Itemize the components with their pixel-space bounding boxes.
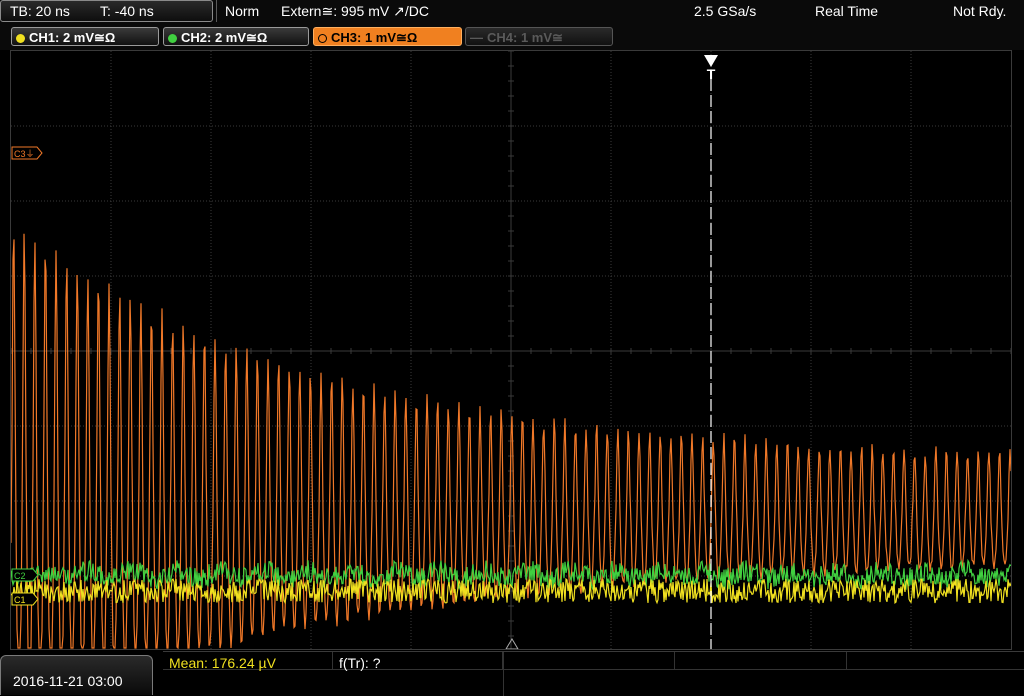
measurement-empty-cell[interactable]: [847, 652, 1024, 670]
channel-2-label: CH2: 2 mV≅Ω: [181, 30, 268, 45]
trigger-time-value[interactable]: T: -40 ns: [100, 3, 154, 19]
channel-3-label: CH3: 1 mV≅Ω: [331, 30, 418, 45]
measurement-bar: Mean: 176.24 µV f(Tr): ?: [163, 651, 1024, 696]
horizontal-position-icon[interactable]: [505, 638, 519, 649]
channel-4-label: CH4: 1 mV≅: [487, 30, 563, 45]
trigger-label: T: [707, 66, 716, 82]
channel-2-dot-icon: [168, 34, 177, 43]
waveform-svg: T C3⏚ C2 C1: [11, 51, 1011, 649]
date-time: 2016-11-21 03:00: [13, 673, 123, 689]
measurement-mean: Mean: 176.24 µV: [169, 655, 276, 671]
timebase-value[interactable]: TB: 20 ns: [10, 3, 70, 19]
trigger-source[interactable]: Extern≅: 995 mV ↗/DC: [281, 3, 429, 20]
status-bar: TB: 20 ns T: -40 ns Norm Extern≅: 995 mV…: [0, 0, 1024, 24]
ch2-reference-marker[interactable]: C2: [11, 568, 39, 582]
channel-4-button[interactable]: — CH4: 1 mV≅: [465, 27, 613, 46]
measurement-freq: f(Tr): ?: [339, 655, 381, 671]
measurement-empty-cell[interactable]: [503, 652, 675, 670]
ch3-reference-label: C3⏚: [14, 149, 35, 159]
channel-1-label: CH1: 2 mV≅Ω: [29, 30, 116, 45]
sample-rate[interactable]: 2.5 GSa/s: [694, 3, 756, 19]
divider: [216, 0, 217, 22]
measurement-mean-cell[interactable]: Mean: 176.24 µV: [163, 652, 333, 671]
ch1-reference-label: C1: [14, 595, 26, 605]
measurement-empty-cell[interactable]: [675, 652, 847, 670]
channel-1-button[interactable]: CH1: 2 mV≅Ω: [11, 27, 159, 46]
ch2-reference-label: C2: [14, 571, 26, 581]
ch3-reference-marker[interactable]: C3⏚: [11, 146, 43, 160]
ch1-reference-marker[interactable]: C1: [11, 592, 39, 606]
channel-3-button[interactable]: CH3: 1 mV≅Ω: [313, 27, 462, 46]
date-box: 2016-11-21 03:00: [0, 655, 153, 695]
trigger-mode[interactable]: Norm: [225, 3, 259, 19]
run-state[interactable]: Not Rdy.: [953, 3, 1006, 19]
acquisition-mode[interactable]: Real Time: [815, 3, 878, 19]
channel-3-dot-icon: [318, 34, 327, 43]
divider: [503, 652, 504, 696]
channel-bar: CH1: 2 mV≅Ω CH2: 2 mV≅Ω CH3: 1 mV≅Ω — CH4…: [0, 24, 1024, 50]
channel-1-dot-icon: [16, 34, 25, 43]
waveform-display[interactable]: T C3⏚ C2 C1: [10, 50, 1012, 650]
measurement-freq-cell[interactable]: f(Tr): ?: [333, 652, 503, 671]
channel-4-dash-icon: —: [470, 30, 483, 45]
channel-2-button[interactable]: CH2: 2 mV≅Ω: [163, 27, 309, 46]
